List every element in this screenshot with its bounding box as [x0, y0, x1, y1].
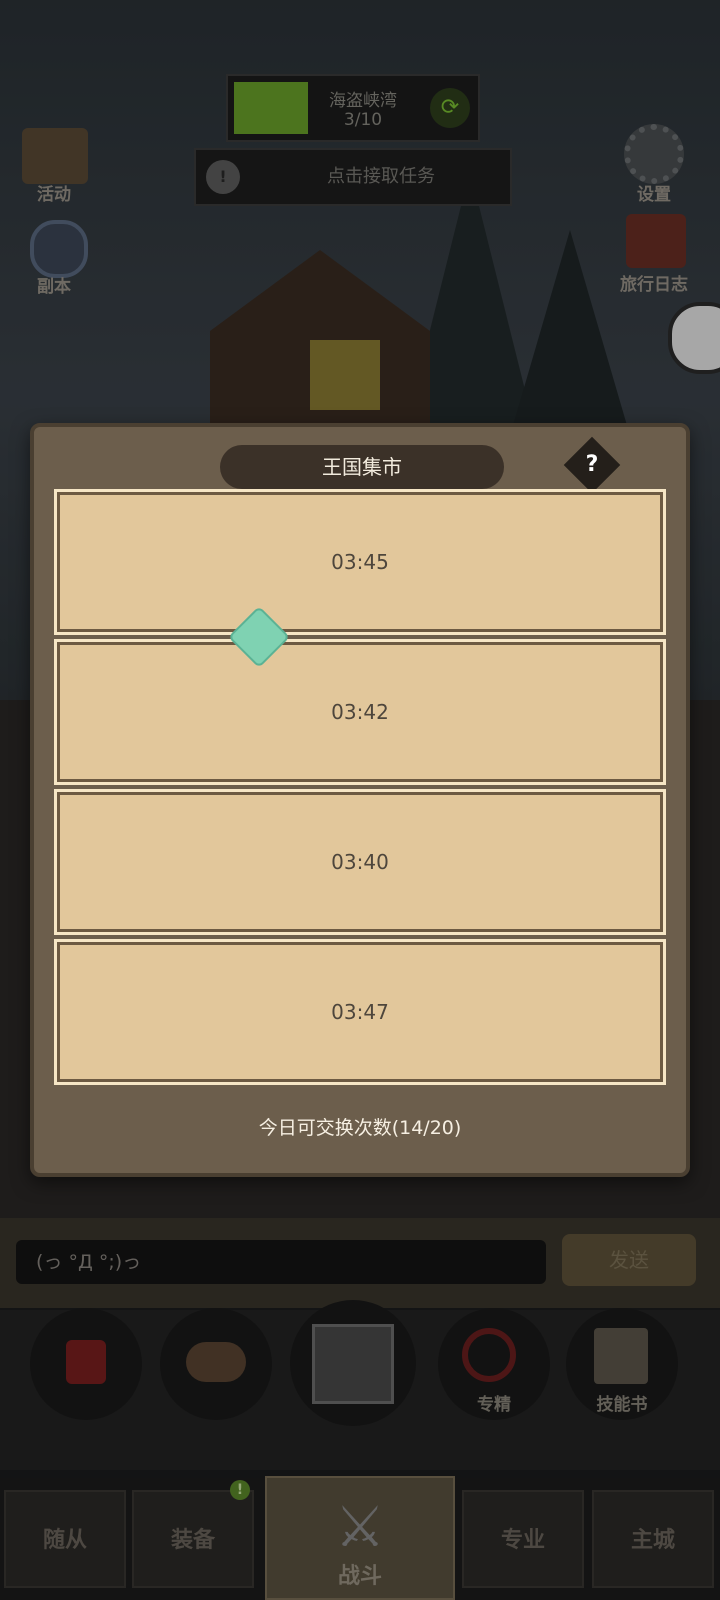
exchange-count: 今日可交换次数(14/20): [258, 1117, 462, 1139]
offer-timer: 03:45: [331, 550, 389, 574]
market-offer-card[interactable]: 03:45: [54, 489, 666, 635]
market-offer-card[interactable]: 03:47: [54, 939, 666, 1085]
panel-title: 王国集市: [220, 445, 504, 489]
offer-timer: 03:47: [331, 1000, 389, 1024]
market-offer-card[interactable]: 03:40: [54, 789, 666, 935]
offer-timer: 03:42: [331, 700, 389, 724]
kingdom-market-panel: 王国集市 ? 03:45 03:42 03:40 03:47 今日可交换次数(1…: [30, 423, 690, 1177]
market-offer-card[interactable]: 03:42: [54, 639, 666, 785]
offer-timer: 03:40: [331, 850, 389, 874]
question-icon: ?: [585, 452, 599, 477]
help-button[interactable]: ?: [563, 436, 621, 494]
